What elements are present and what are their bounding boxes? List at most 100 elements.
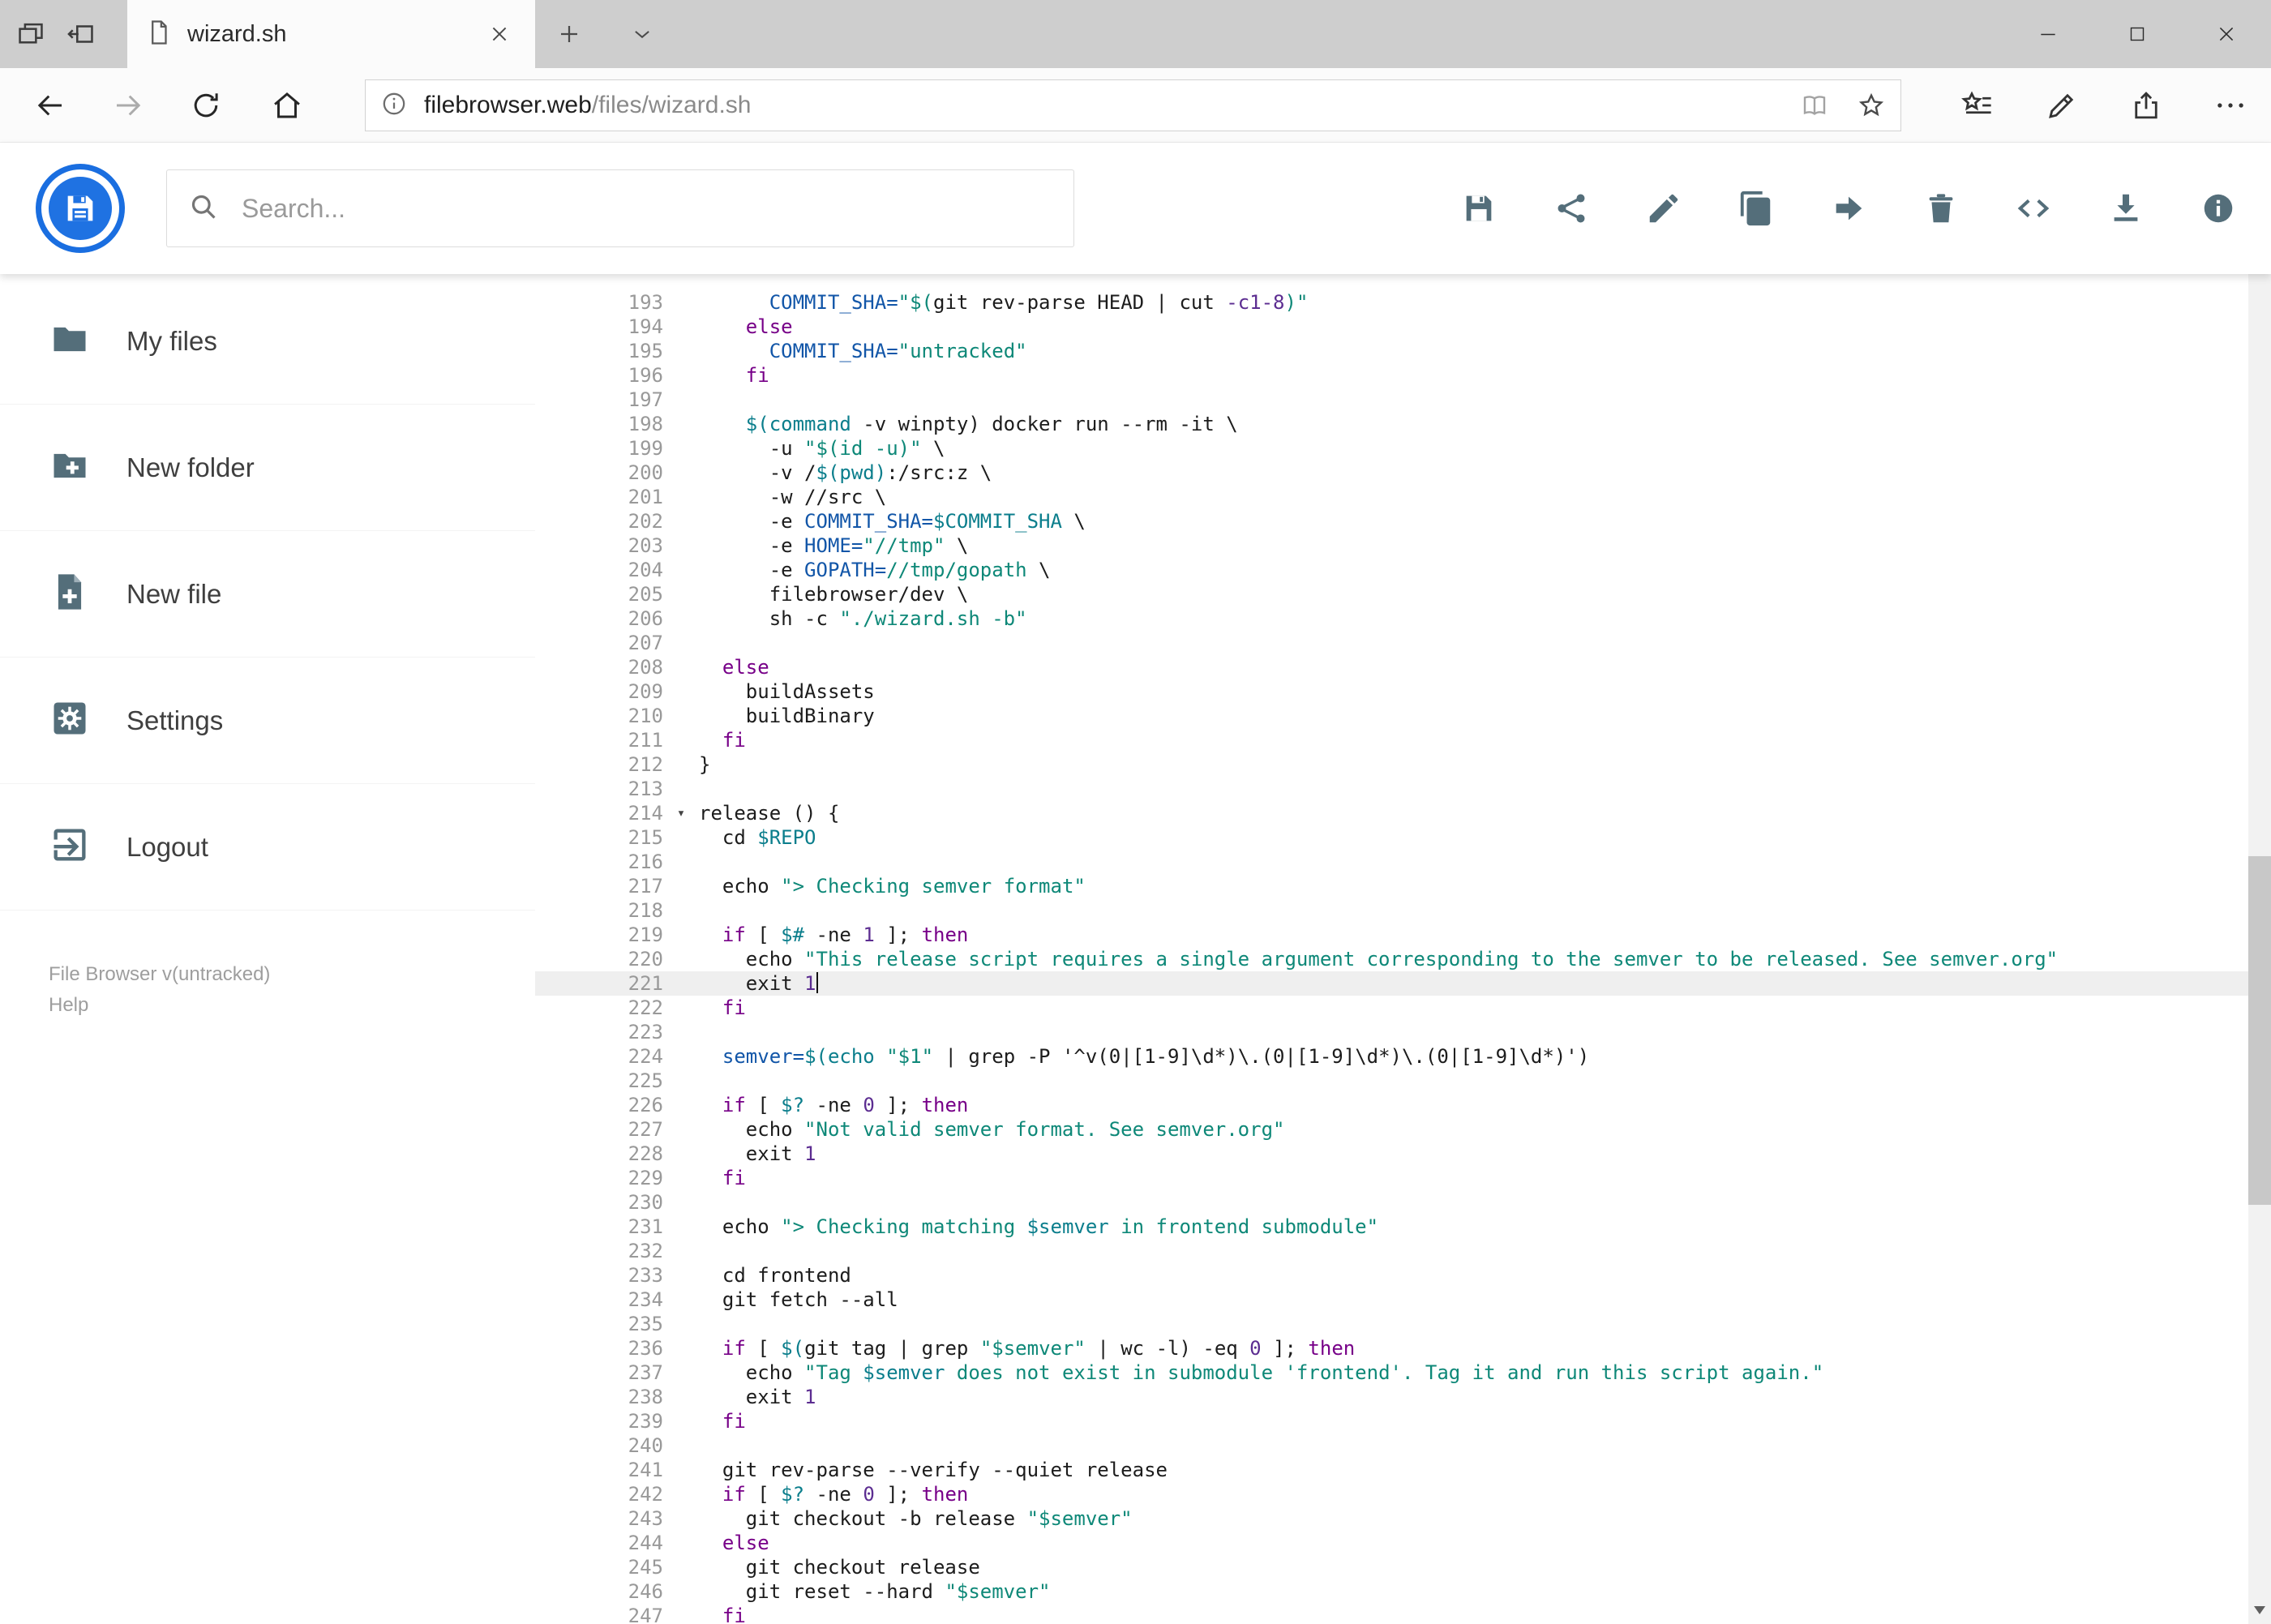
code-line-243[interactable]: 243 git checkout -b release "$semver": [535, 1506, 2248, 1531]
code-line-213[interactable]: 213: [535, 777, 2248, 801]
code-line-211[interactable]: 211 fi: [535, 728, 2248, 752]
sidebar-item-logout[interactable]: Logout: [0, 784, 535, 911]
code-line-206[interactable]: 206 sh -c "./wizard.sh -b": [535, 606, 2248, 631]
favorites-hub-icon[interactable]: [1955, 83, 2000, 128]
tab-wizard-sh[interactable]: wizard.sh: [127, 0, 535, 68]
code-line-204[interactable]: 204 -e GOPATH=//tmp/gopath \: [535, 558, 2248, 582]
help-link[interactable]: Help: [49, 990, 270, 1021]
sidebar-item-settings[interactable]: Settings: [0, 658, 535, 784]
code-line-210[interactable]: 210 buildBinary: [535, 704, 2248, 728]
sidebar-item-new-file[interactable]: New file: [0, 531, 535, 658]
scrollbar-thumb[interactable]: [2248, 856, 2271, 1205]
code-line-223[interactable]: 223: [535, 1020, 2248, 1044]
web-note-pen-icon[interactable]: [2039, 83, 2085, 128]
info-icon[interactable]: [2190, 180, 2247, 237]
code-line-193[interactable]: 193 COMMIT_SHA="$(git rev-parse HEAD | c…: [535, 290, 2248, 315]
code-line-207[interactable]: 207: [535, 631, 2248, 655]
share-icon[interactable]: [2123, 83, 2169, 128]
code-line-234[interactable]: 234 git fetch --all: [535, 1288, 2248, 1312]
add-favorite-star-icon[interactable]: [1857, 91, 1886, 120]
site-info-icon[interactable]: [380, 90, 408, 122]
code-line-246[interactable]: 246 git reset --hard "$semver": [535, 1579, 2248, 1604]
code-line-239[interactable]: 239 fi: [535, 1409, 2248, 1433]
code-line-202[interactable]: 202 -e COMMIT_SHA=$COMMIT_SHA \: [535, 509, 2248, 533]
download-icon[interactable]: [2097, 180, 2154, 237]
code-line-212[interactable]: 212}: [535, 752, 2248, 777]
share-file-icon[interactable]: [1543, 180, 1600, 237]
fold-marker-icon[interactable]: ▾: [663, 801, 699, 825]
code-line-226[interactable]: 226 if [ $? -ne 0 ]; then: [535, 1093, 2248, 1117]
reading-view-icon[interactable]: [1800, 91, 1829, 120]
sidebar-item-my-files[interactable]: My files: [0, 278, 535, 405]
tab-list-chevron-icon[interactable]: [621, 13, 663, 55]
code-line-228[interactable]: 228 exit 1: [535, 1142, 2248, 1166]
code-line-224[interactable]: 224 semver=$(echo "$1" | grep -P '^v(0|[…: [535, 1044, 2248, 1069]
forward-button[interactable]: [102, 79, 154, 131]
code-line-195[interactable]: 195 COMMIT_SHA="untracked": [535, 339, 2248, 363]
code-line-232[interactable]: 232: [535, 1239, 2248, 1263]
code-line-242[interactable]: 242 if [ $? -ne 0 ]; then: [535, 1482, 2248, 1506]
sidebar-item-new-folder[interactable]: New folder: [0, 405, 535, 531]
code-line-245[interactable]: 245 git checkout release: [535, 1555, 2248, 1579]
code-line-194[interactable]: 194 else: [535, 315, 2248, 339]
code-line-238[interactable]: 238 exit 1: [535, 1385, 2248, 1409]
save-icon[interactable]: [1450, 180, 1507, 237]
code-line-229[interactable]: 229 fi: [535, 1166, 2248, 1190]
code-line-221[interactable]: 221 exit 1: [535, 971, 2248, 996]
home-button[interactable]: [261, 79, 313, 131]
code-line-231[interactable]: 231 echo "> Checking matching $semver in…: [535, 1215, 2248, 1239]
code-line-230[interactable]: 230: [535, 1190, 2248, 1215]
window-minimize-button[interactable]: [2003, 0, 2093, 68]
code-line-247[interactable]: 247 fi: [535, 1604, 2248, 1624]
code-line-235[interactable]: 235: [535, 1312, 2248, 1336]
code-line-220[interactable]: 220 echo "This release script requires a…: [535, 947, 2248, 971]
set-tabs-aside-icon[interactable]: [60, 13, 102, 55]
delete-trash-icon[interactable]: [1913, 180, 1969, 237]
code-line-222[interactable]: 222 fi: [535, 996, 2248, 1020]
code-line-196[interactable]: 196 fi: [535, 363, 2248, 388]
code-line-227[interactable]: 227 echo "Not valid semver format. See s…: [535, 1117, 2248, 1142]
edit-pencil-icon[interactable]: [1635, 180, 1692, 237]
code-line-201[interactable]: 201 -w //src \: [535, 485, 2248, 509]
tab-close-icon[interactable]: [482, 16, 517, 52]
search-input[interactable]: [240, 192, 1052, 225]
filebrowser-logo[interactable]: [36, 164, 125, 253]
code-line-197[interactable]: 197: [535, 388, 2248, 412]
refresh-button[interactable]: [180, 79, 232, 131]
back-button[interactable]: [24, 79, 76, 131]
code-line-205[interactable]: 205 filebrowser/dev \: [535, 582, 2248, 606]
new-tab-button[interactable]: [548, 13, 590, 55]
code-line-216[interactable]: 216: [535, 850, 2248, 874]
code-line-198[interactable]: 198 $(command -v winpty) docker run --rm…: [535, 412, 2248, 436]
code-line-200[interactable]: 200 -v /$(pwd):/src:z \: [535, 461, 2248, 485]
code-line-215[interactable]: 215 cd $REPO: [535, 825, 2248, 850]
vertical-scrollbar[interactable]: [2248, 143, 2271, 1624]
code-line-240[interactable]: 240: [535, 1433, 2248, 1458]
code-line-203[interactable]: 203 -e HOME="//tmp" \: [535, 533, 2248, 558]
code-line-233[interactable]: 233 cd frontend: [535, 1263, 2248, 1288]
window-maximize-button[interactable]: [2093, 0, 2182, 68]
move-arrow-icon[interactable]: [1820, 180, 1877, 237]
code-line-218[interactable]: 218: [535, 898, 2248, 923]
code-line-244[interactable]: 244 else: [535, 1531, 2248, 1555]
code-editor[interactable]: 193 COMMIT_SHA="$(git rev-parse HEAD | c…: [535, 274, 2248, 1624]
code-line-225[interactable]: 225: [535, 1069, 2248, 1093]
tabs-set-aside-preview-icon[interactable]: [10, 13, 52, 55]
search-box[interactable]: [166, 169, 1074, 247]
code-line-236[interactable]: 236 if [ $(git tag | grep "$semver" | wc…: [535, 1336, 2248, 1360]
code-line-219[interactable]: 219 if [ $# -ne 1 ]; then: [535, 923, 2248, 947]
copy-icon[interactable]: [1728, 180, 1785, 237]
address-bar[interactable]: filebrowser.web/files/wizard.sh: [365, 79, 1901, 131]
code-line-208[interactable]: 208 else: [535, 655, 2248, 679]
scroll-down-arrow-icon[interactable]: [2248, 1596, 2271, 1624]
window-close-button[interactable]: [2182, 0, 2271, 68]
code-line-237[interactable]: 237 echo "Tag $semver does not exist in …: [535, 1360, 2248, 1385]
more-options-icon[interactable]: [2208, 83, 2253, 128]
code-view-icon[interactable]: [2005, 180, 2062, 237]
code-line-241[interactable]: 241 git rev-parse --verify --quiet relea…: [535, 1458, 2248, 1482]
code-line-209[interactable]: 209 buildAssets: [535, 679, 2248, 704]
code-line-214[interactable]: 214 ▾ release () {: [535, 801, 2248, 825]
code-line-199[interactable]: 199 -u "$(id -u)" \: [535, 436, 2248, 461]
code-line-217[interactable]: 217 echo "> Checking semver format": [535, 874, 2248, 898]
